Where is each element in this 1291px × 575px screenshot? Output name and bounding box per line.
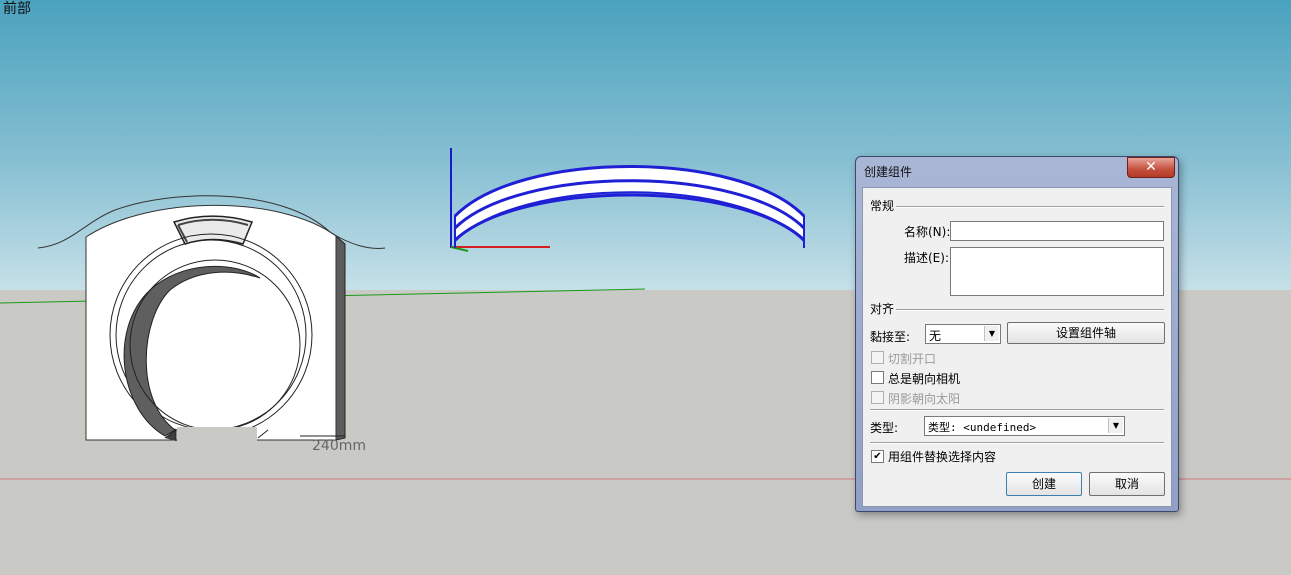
description-field[interactable] bbox=[950, 247, 1164, 296]
set-component-axes-button[interactable]: 设置组件轴 bbox=[1007, 322, 1165, 344]
face-camera-checkbox[interactable] bbox=[871, 371, 884, 384]
dimension-label: 240mm bbox=[312, 438, 366, 454]
checkmark-icon: ✔ bbox=[873, 451, 882, 462]
create-button[interactable]: 创建 bbox=[1006, 472, 1082, 496]
close-icon: ✕ bbox=[1145, 159, 1157, 175]
replace-selection-label: 用组件替换选择内容 bbox=[888, 450, 997, 464]
arch-gap bbox=[177, 427, 257, 442]
align-divider bbox=[896, 309, 1164, 311]
description-label: 描述(E): bbox=[904, 251, 949, 265]
create-component-dialog[interactable]: 创建组件 ✕ 常规 名称(N): 描述(E): 对齐 黏接至: 无 ▼ 设置组件… bbox=[855, 156, 1179, 512]
type-divider bbox=[870, 409, 1164, 411]
glue-to-value: 无 bbox=[929, 329, 942, 343]
shadows-face-sun-label: 阴影朝向太阳 bbox=[888, 392, 961, 406]
name-field[interactable] bbox=[950, 221, 1164, 241]
close-button[interactable]: ✕ bbox=[1127, 157, 1175, 178]
arch-wall-model bbox=[37, 195, 386, 442]
face-camera-label: 总是朝向相机 bbox=[888, 372, 961, 386]
replace-divider bbox=[870, 442, 1164, 444]
name-label: 名称(N): bbox=[904, 225, 951, 239]
type-value: 类型: <undefined> bbox=[928, 421, 1037, 434]
glue-to-label: 黏接至: bbox=[870, 330, 911, 344]
align-section-label: 对齐 bbox=[870, 302, 895, 316]
wall-side-face bbox=[335, 234, 346, 441]
glue-to-dropdown[interactable]: 无 ▼ bbox=[925, 324, 1001, 344]
selected-arch-beam bbox=[450, 148, 806, 252]
wall-front-face bbox=[85, 204, 337, 441]
view-label: 前部 bbox=[3, 1, 31, 17]
dialog-client-area: 常规 名称(N): 描述(E): 对齐 黏接至: 无 ▼ 设置组件轴 切割开口 … bbox=[862, 187, 1172, 507]
cancel-button[interactable]: 取消 bbox=[1089, 472, 1165, 496]
shadows-face-sun-checkbox[interactable] bbox=[871, 391, 884, 404]
chevron-down-icon: ▼ bbox=[1108, 418, 1123, 433]
cut-opening-checkbox[interactable] bbox=[871, 351, 884, 364]
type-dropdown[interactable]: 类型: <undefined> ▼ bbox=[924, 416, 1125, 436]
cut-opening-label: 切割开口 bbox=[888, 352, 937, 366]
chevron-down-icon: ▼ bbox=[984, 326, 999, 341]
type-label: 类型: bbox=[870, 421, 899, 435]
general-section-label: 常规 bbox=[870, 199, 895, 213]
replace-selection-checkbox[interactable]: ✔ bbox=[871, 450, 884, 463]
general-divider bbox=[896, 206, 1164, 208]
dialog-title: 创建组件 bbox=[864, 165, 913, 179]
